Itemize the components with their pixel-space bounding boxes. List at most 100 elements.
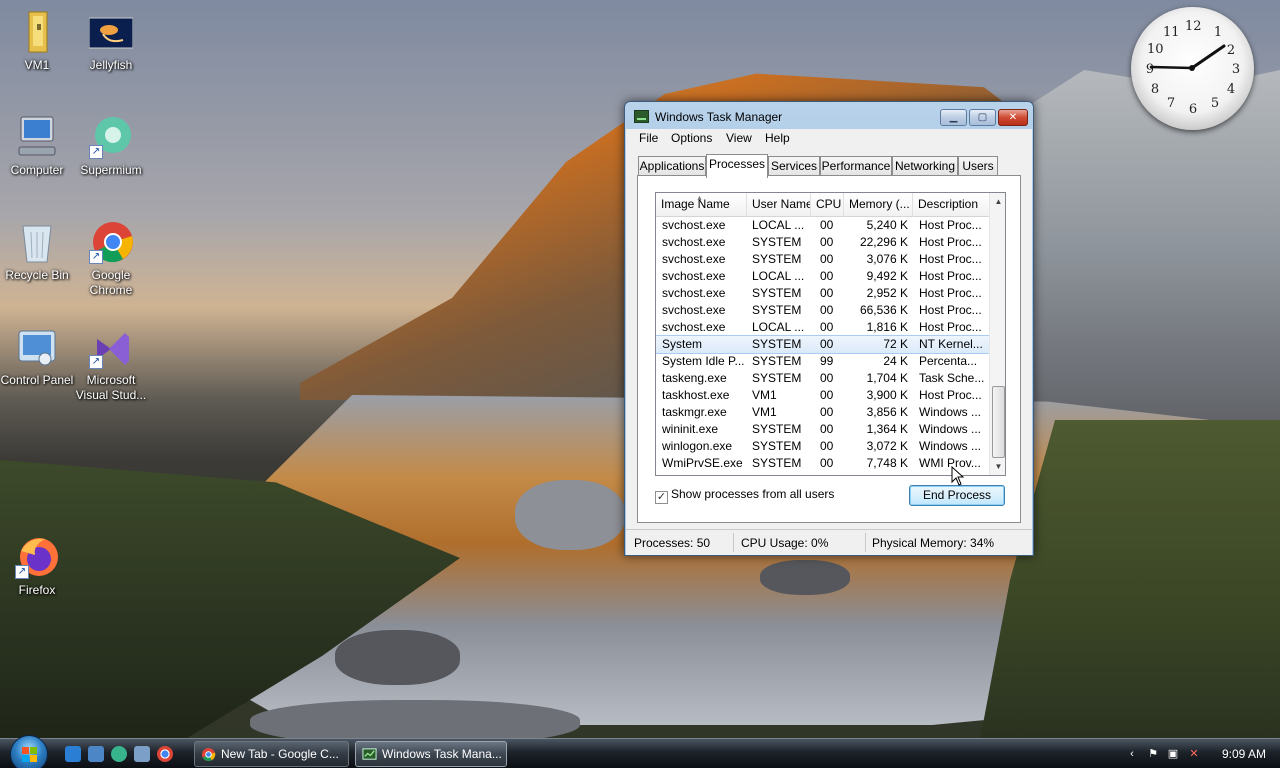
process-row[interactable]: WmiPrvSE.exe SYSTEM 00 7,748 K WMI Prov... <box>656 455 989 472</box>
start-button[interactable] <box>10 735 48 768</box>
task-manager-icon <box>362 748 377 760</box>
process-memory: 1,364 K <box>866 422 908 436</box>
process-list[interactable]: ▲ Image Name User Name CPU Memory (... D… <box>655 192 1006 476</box>
tab-processes[interactable]: Processes <box>706 154 768 178</box>
desktop-icon-firefox[interactable]: ↗ Firefox <box>0 535 74 598</box>
process-row[interactable]: svchost.exe LOCAL ... 00 1,816 K Host Proc..… <box>656 319 989 336</box>
tab-applications[interactable]: Applications <box>638 156 706 176</box>
process-user-name: SYSTEM <box>752 422 802 436</box>
process-row[interactable]: svchost.exe SYSTEM 00 3,076 K Host Proc... <box>656 251 989 268</box>
menu-file[interactable]: File <box>639 131 658 145</box>
title-bar[interactable]: Windows Task Manager ▁ ▢ ✕ <box>625 102 1033 130</box>
tab-users[interactable]: Users <box>958 156 998 176</box>
computer-icon <box>15 115 59 159</box>
internet-explorer-icon[interactable] <box>65 746 81 762</box>
chrome-quicklaunch-icon[interactable] <box>157 746 173 762</box>
close-button[interactable]: ✕ <box>998 109 1028 126</box>
process-description: NT Kernel... <box>919 337 983 351</box>
column-description[interactable]: Description <box>913 193 989 217</box>
process-image-name: System <box>662 337 703 351</box>
menu-view[interactable]: View <box>726 131 752 145</box>
process-description: Host Proc... <box>919 218 982 232</box>
supermium-quicklaunch-icon[interactable] <box>111 746 127 762</box>
process-cpu: 00 <box>820 269 834 283</box>
show-desktop-icon[interactable] <box>88 746 104 762</box>
column-label: User Name <box>752 197 811 211</box>
scroll-down-icon[interactable]: ▼ <box>990 458 1005 475</box>
status-divider <box>733 533 734 552</box>
desktop-icon-recycle-bin[interactable]: Recycle Bin <box>0 220 74 283</box>
process-row[interactable]: svchost.exe LOCAL ... 00 5,240 K Host Proc..… <box>656 217 989 234</box>
minimize-button[interactable]: ▁ <box>940 109 967 126</box>
show-all-users-option[interactable]: ✓ Show processes from all users <box>655 487 834 504</box>
process-cpu: 00 <box>820 388 834 402</box>
process-row[interactable]: taskeng.exe SYSTEM 00 1,704 K Task Sche... <box>656 370 989 387</box>
scroll-up-icon[interactable]: ▲ <box>990 193 1005 210</box>
process-user-name: SYSTEM <box>752 439 802 453</box>
window-client: Applications Processes Services Performa… <box>626 149 1032 529</box>
process-memory: 7,748 K <box>866 456 908 470</box>
scrollbar-thumb[interactable] <box>992 386 1005 458</box>
action-center-flag-icon[interactable]: ⚑ <box>1146 747 1160 761</box>
column-image-name[interactable]: ▲ Image Name <box>656 193 747 217</box>
column-cpu[interactable]: CPU <box>811 193 844 217</box>
process-user-name: VM1 <box>752 405 777 419</box>
network-icon[interactable]: ▣ <box>1166 747 1180 761</box>
process-memory: 2,952 K <box>866 286 908 300</box>
desktop-icon-supermium[interactable]: ↗ Supermium <box>74 115 148 178</box>
process-description: Windows ... <box>919 439 982 453</box>
process-row[interactable]: svchost.exe SYSTEM 00 66,536 K Host Proc... <box>656 302 989 319</box>
task-manager-window[interactable]: Windows Task Manager ▁ ▢ ✕ File Options … <box>624 101 1034 556</box>
sort-ascending-icon: ▲ <box>696 195 703 202</box>
process-image-name: winlogon.exe <box>662 439 733 453</box>
desktop-icon-google-chrome[interactable]: ↗ Google Chrome <box>74 220 148 298</box>
process-user-name: SYSTEM <box>752 371 802 385</box>
desktop-icon-visual-studio[interactable]: ↗ Microsoft Visual Stud... <box>74 325 148 403</box>
clock-hands-icon <box>1149 44 1226 71</box>
process-row[interactable]: taskhost.exe VM1 00 3,900 K Host Proc... <box>656 387 989 404</box>
wallpaper-rock <box>250 700 580 738</box>
process-row[interactable]: svchost.exe SYSTEM 00 2,952 K Host Proc... <box>656 285 989 302</box>
process-description: Host Proc... <box>919 320 982 334</box>
process-row[interactable]: System SYSTEM 00 72 K NT Kernel... <box>656 335 990 354</box>
clock-gadget[interactable]: 12 1 2 3 4 5 6 7 8 9 10 11 <box>1131 7 1254 130</box>
process-description: Windows ... <box>919 422 982 436</box>
switch-windows-icon[interactable] <box>134 746 150 762</box>
column-user-name[interactable]: User Name <box>747 193 811 217</box>
desktop-icon-control-panel[interactable]: Control Panel <box>0 325 74 388</box>
desktop-icon-computer[interactable]: Computer <box>0 115 74 178</box>
desktop-icon-vm1[interactable]: VM1 <box>0 10 74 73</box>
process-row[interactable]: taskmgr.exe VM1 00 3,856 K Windows ... <box>656 404 989 421</box>
tab-networking[interactable]: Networking <box>892 156 958 176</box>
taskbar-button-task-manager[interactable]: Windows Task Mana... <box>355 741 507 767</box>
process-image-name: svchost.exe <box>662 218 726 232</box>
maximize-button[interactable]: ▢ <box>969 109 996 126</box>
process-cpu: 00 <box>820 405 834 419</box>
process-memory: 3,900 K <box>866 388 908 402</box>
status-bar: Processes: 50 CPU Usage: 0% Physical Mem… <box>626 529 1032 555</box>
process-list-scrollbar[interactable]: ▲ ▼ <box>989 193 1005 475</box>
tab-services[interactable]: Services <box>768 156 820 176</box>
process-row[interactable]: svchost.exe LOCAL ... 00 9,492 K Host Proc..… <box>656 268 989 285</box>
desktop-icon-label: Supermium <box>80 163 142 177</box>
process-row[interactable]: svchost.exe SYSTEM 00 22,296 K Host Proc... <box>656 234 989 251</box>
show-hidden-icons-chevron-icon[interactable]: ‹ <box>1125 747 1139 761</box>
process-row[interactable]: wininit.exe SYSTEM 00 1,364 K Windows ... <box>656 421 989 438</box>
process-image-name: taskeng.exe <box>662 371 727 385</box>
menu-help[interactable]: Help <box>765 131 790 145</box>
menu-options[interactable]: Options <box>671 131 712 145</box>
desktop-icon-jellyfish[interactable]: Jellyfish <box>74 10 148 73</box>
taskbar-button-chrome[interactable]: New Tab - Google C... <box>194 741 349 767</box>
desktop-icon-label: Recycle Bin <box>5 268 69 282</box>
taskbar-clock[interactable]: 9:09 AM <box>1222 747 1266 761</box>
volume-muted-icon[interactable]: ✕ <box>1187 747 1201 761</box>
column-memory[interactable]: Memory (... <box>844 193 913 217</box>
show-all-users-checkbox[interactable]: ✓ <box>655 491 668 504</box>
tab-performance[interactable]: Performance <box>820 156 892 176</box>
process-memory: 5,240 K <box>866 218 908 232</box>
process-description: Host Proc... <box>919 286 982 300</box>
process-row[interactable]: winlogon.exe SYSTEM 00 3,072 K Windows ... <box>656 438 989 455</box>
process-row[interactable]: System Idle P... SYSTEM 99 24 K Percenta... <box>656 353 989 370</box>
shortcut-arrow-icon: ↗ <box>89 145 103 159</box>
end-process-button[interactable]: End Process <box>909 485 1005 506</box>
